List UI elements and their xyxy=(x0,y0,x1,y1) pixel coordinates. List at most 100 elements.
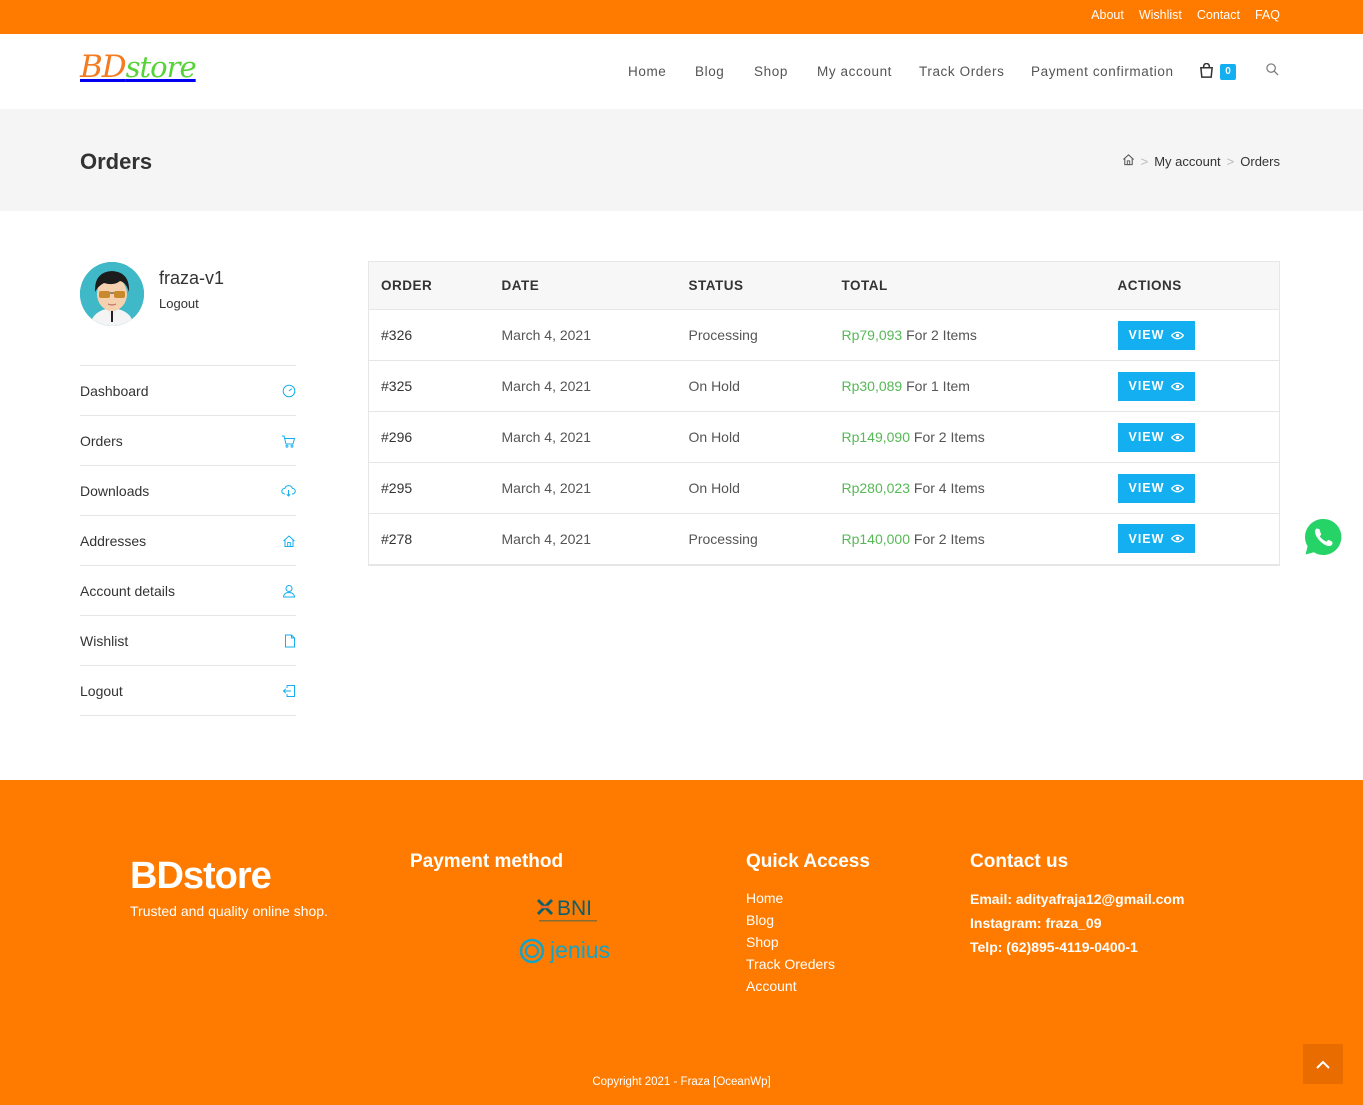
page-header: Orders > My account > Orders xyxy=(0,109,1363,211)
account-nav-wishlist[interactable]: Wishlist xyxy=(80,616,296,666)
order-amount: Rp79,093 xyxy=(841,327,903,343)
view-order-button[interactable]: VIEW xyxy=(1117,473,1196,503)
account-nav-account-details[interactable]: Account details xyxy=(80,566,296,616)
view-order-button[interactable]: VIEW xyxy=(1117,422,1196,452)
table-row: #295 March 4, 2021 On Hold Rp280,023 For… xyxy=(368,462,1280,514)
payment-method-heading: Payment method xyxy=(410,851,564,872)
table-row: #325 March 4, 2021 On Hold Rp30,089 For … xyxy=(368,360,1280,412)
nav-my-account[interactable]: My account xyxy=(817,64,892,79)
account-nav-label: Wishlist xyxy=(80,632,129,649)
order-number-link[interactable]: #326 xyxy=(381,327,412,343)
bni-logo: BNI xyxy=(535,896,601,926)
site-logo[interactable]: BDstore xyxy=(80,49,197,85)
user-logout-link[interactable]: Logout xyxy=(159,296,199,311)
order-total: Rp140,000 For 2 Items xyxy=(829,513,1106,566)
view-order-button[interactable]: VIEW xyxy=(1117,371,1196,401)
order-status: On Hold xyxy=(676,411,830,463)
column-header-total: TOTAL xyxy=(829,261,1106,310)
breadcrumb-home[interactable] xyxy=(1122,153,1135,169)
order-number-link[interactable]: #295 xyxy=(381,480,412,496)
breadcrumb-separator: > xyxy=(1226,153,1235,169)
order-status: Processing xyxy=(676,309,830,361)
account-nav-logout[interactable]: Logout xyxy=(80,666,296,716)
logo-bd-text: BD xyxy=(80,49,127,85)
shopping-bag-icon xyxy=(1200,63,1213,78)
order-total: Rp79,093 For 2 Items xyxy=(829,309,1106,361)
avatar xyxy=(80,262,144,326)
order-date: March 4, 2021 xyxy=(489,513,677,566)
nav-blog[interactable]: Blog xyxy=(695,64,724,79)
nav-track-orders[interactable]: Track Orders xyxy=(919,64,1004,79)
column-header-date: DATE xyxy=(489,261,677,310)
order-total: Rp149,090 For 2 Items xyxy=(829,411,1106,463)
document-icon xyxy=(285,634,295,647)
breadcrumb-separator: > xyxy=(1140,153,1149,169)
nav-payment-confirmation[interactable]: Payment confirmation xyxy=(1031,64,1174,79)
top-link-wishlist[interactable]: Wishlist xyxy=(1139,8,1182,22)
order-number-link[interactable]: #278 xyxy=(381,531,412,547)
column-header-status: STATUS xyxy=(676,261,830,310)
search-icon xyxy=(1266,63,1279,76)
order-status: On Hold xyxy=(676,360,830,412)
copyright-text: Copyright 2021 - Fraza [OceanWp] xyxy=(592,1076,771,1088)
order-total: Rp280,023 For 4 Items xyxy=(829,462,1106,514)
account-nav-downloads[interactable]: Downloads xyxy=(80,466,296,516)
chevron-up-icon xyxy=(1316,1060,1330,1069)
quick-access-links: Home Blog Shop Track Oreders Account xyxy=(746,887,835,997)
search-button[interactable] xyxy=(1266,63,1279,81)
column-header-order: ORDER xyxy=(368,261,490,310)
order-item-count: For 2 Items xyxy=(913,429,985,445)
footer-link-track-orders[interactable]: Track Oreders xyxy=(746,956,835,972)
order-status: On Hold xyxy=(676,462,830,514)
top-link-faq[interactable]: FAQ xyxy=(1255,8,1280,22)
bni-logo-text: BNI xyxy=(557,897,592,920)
order-item-count: For 1 Item xyxy=(906,378,970,394)
eye-icon xyxy=(1171,433,1185,441)
scroll-to-top-button[interactable] xyxy=(1303,1044,1343,1084)
contact-email: Email: adityafraja12@gmail.com xyxy=(970,891,1185,907)
view-button-label: VIEW xyxy=(1128,481,1165,495)
dashboard-icon xyxy=(282,384,296,397)
order-number-link[interactable]: #296 xyxy=(381,429,412,445)
nav-home[interactable]: Home xyxy=(628,64,666,79)
top-link-about[interactable]: About xyxy=(1091,8,1124,22)
logo-store-text: store xyxy=(125,50,197,84)
contact-phone: Telp: (62)895-4119-0400-1 xyxy=(970,939,1138,955)
top-link-contact[interactable]: Contact xyxy=(1197,8,1240,22)
account-nav-dashboard[interactable]: Dashboard xyxy=(80,366,296,416)
account-nav-orders[interactable]: Orders xyxy=(80,416,296,466)
breadcrumb-my-account[interactable]: My account xyxy=(1154,154,1220,169)
account-nav-addresses[interactable]: Addresses xyxy=(80,516,296,566)
account-nav-label: Orders xyxy=(80,432,123,449)
nav-shop[interactable]: Shop xyxy=(754,64,788,79)
breadcrumb: > My account > Orders xyxy=(1122,153,1280,169)
account-navigation: Dashboard Orders Downloads Addresses Acc… xyxy=(80,365,296,716)
order-number-link[interactable]: #325 xyxy=(381,378,412,394)
page-title: Orders xyxy=(80,149,153,174)
view-order-button[interactable]: VIEW xyxy=(1117,320,1196,350)
view-button-label: VIEW xyxy=(1128,531,1165,546)
user-name: fraza-v1 xyxy=(159,268,225,288)
whatsapp-chat-button[interactable] xyxy=(1300,514,1346,560)
whatsapp-icon xyxy=(1301,515,1345,559)
breadcrumb-current: Orders xyxy=(1240,153,1280,169)
user-icon xyxy=(282,584,296,597)
contact-info: Email: adityafraja12@gmail.com Instagram… xyxy=(970,887,1184,959)
view-order-button[interactable]: VIEW xyxy=(1117,524,1196,554)
order-item-count: For 2 Items xyxy=(906,327,977,343)
footer-link-home[interactable]: Home xyxy=(746,890,783,906)
footer-link-blog[interactable]: Blog xyxy=(746,912,774,928)
contact-us-heading: Contact us xyxy=(970,851,1069,872)
order-status: Processing xyxy=(676,513,830,566)
order-item-count: For 2 Items xyxy=(913,530,985,547)
account-nav-label: Downloads xyxy=(80,482,150,499)
table-row: #278 March 4, 2021 Processing Rp140,000 … xyxy=(368,513,1280,566)
eye-icon xyxy=(1171,331,1185,339)
footer-link-shop[interactable]: Shop xyxy=(746,934,779,950)
home-icon xyxy=(1122,154,1134,166)
footer-link-account[interactable]: Account xyxy=(746,978,797,994)
orders-table: ORDER DATE STATUS TOTAL ACTIONS #326 Mar… xyxy=(368,261,1280,566)
account-nav-label: Addresses xyxy=(80,532,147,549)
user-profile: fraza-v1 Logout xyxy=(80,262,300,332)
cart-button[interactable]: 0 xyxy=(1199,62,1239,82)
